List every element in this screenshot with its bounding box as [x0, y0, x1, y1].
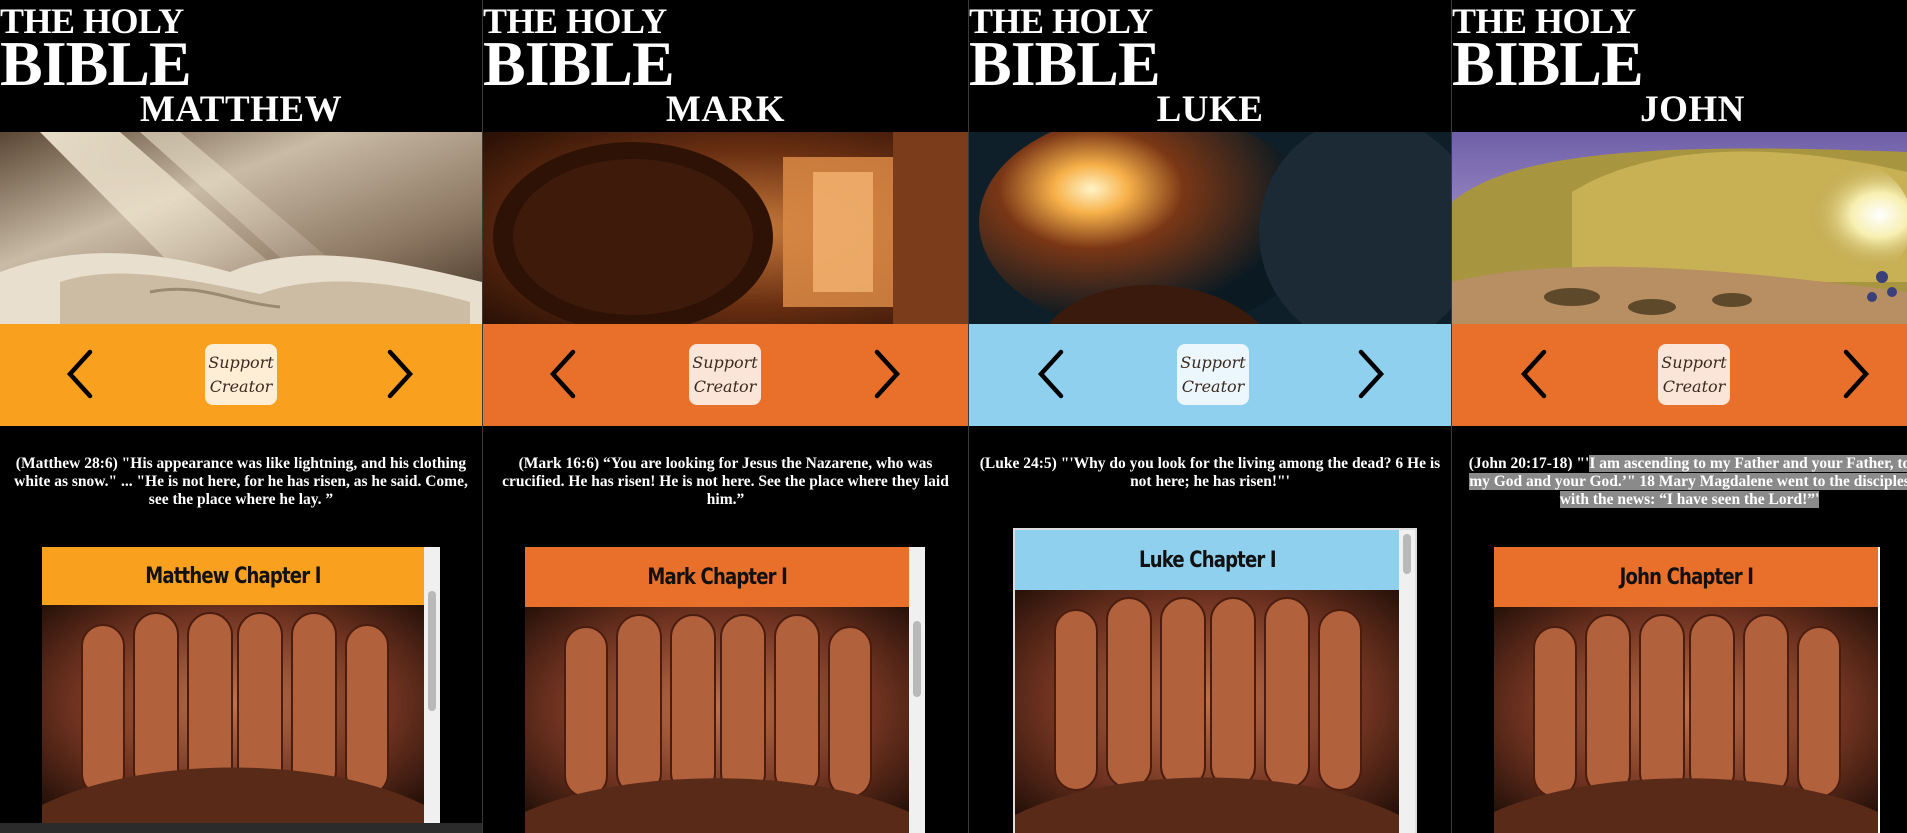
panel-matthew: THE HOLY BIBLE MATTHEW Support Creator (…	[0, 0, 482, 833]
scroll-thumb[interactable]	[913, 621, 921, 697]
support-label: Support	[1661, 352, 1727, 372]
scroll-thumb[interactable]	[428, 591, 436, 711]
chapter-label: Luke Chapter I	[1138, 547, 1277, 573]
chapter-scrollbar[interactable]	[424, 547, 440, 823]
creator-label: Creator	[693, 376, 757, 396]
verse-text: (John 20:17-18) "'I am ascending to my F…	[1462, 455, 1907, 509]
chevron-left-icon[interactable]	[58, 344, 102, 404]
logo-line-2: BIBLE	[483, 27, 675, 99]
chapter-heading[interactable]: Mark Chapter I	[525, 547, 909, 607]
holy-bible-logo[interactable]: THE HOLY BIBLE	[969, 3, 1161, 99]
chapter-scrollbar[interactable]	[909, 547, 925, 833]
nav-bar: Support Creator	[483, 324, 968, 426]
nav-bar: Support Creator	[0, 324, 482, 426]
chevron-right-icon[interactable]	[1349, 344, 1393, 404]
chevron-left-icon[interactable]	[1029, 344, 1073, 404]
book-title: LUKE	[1156, 89, 1264, 130]
panel-john: THE HOLY BIBLE JOHN Support Creator (Joh…	[1452, 0, 1907, 833]
chapter-label: Mark Chapter I	[647, 564, 788, 590]
chapter-label: Matthew Chapter I	[145, 563, 321, 589]
support-creator-button[interactable]: Support Creator	[689, 344, 761, 405]
creator-label: Creator	[1181, 376, 1245, 396]
chevron-right-icon[interactable]	[865, 344, 909, 404]
holy-bible-logo[interactable]: THE HOLY BIBLE	[483, 3, 675, 99]
nav-bar: Support Creator	[969, 324, 1451, 426]
panel-luke: THE HOLY BIBLE LUKE Support Creator (Luk…	[969, 0, 1451, 833]
open-hands-image	[525, 607, 909, 833]
verse-text: (Luke 24:5) "'Why do you look for the li…	[979, 455, 1441, 490]
holy-bible-logo[interactable]: THE HOLY BIBLE	[0, 3, 192, 99]
open-hands-image	[42, 605, 424, 823]
creator-label: Creator	[209, 376, 273, 396]
verse-text: (Mark 16:6) “You are looking for Jesus t…	[502, 455, 949, 508]
chevron-right-icon[interactable]	[378, 344, 422, 404]
hero-image-rolled-stone	[483, 132, 968, 324]
hero-image-garden-tomb	[1452, 132, 1907, 324]
chapter-heading[interactable]: Luke Chapter I	[1015, 530, 1399, 590]
nav-bar: Support Creator	[1452, 324, 1907, 426]
support-label: Support	[692, 352, 758, 372]
chapter-scrollbar[interactable]	[1399, 530, 1415, 833]
chevron-left-icon[interactable]	[1512, 344, 1556, 404]
support-creator-button[interactable]: Support Creator	[1658, 344, 1730, 405]
book-title: MARK	[665, 89, 786, 130]
creator-label: Creator	[1662, 376, 1726, 396]
support-creator-button[interactable]: Support Creator	[1177, 344, 1249, 405]
open-hands-image	[1015, 590, 1399, 833]
support-label: Support	[1180, 352, 1246, 372]
chapter-card[interactable]: Mark Chapter I	[525, 547, 925, 833]
chapter-label: John Chapter I	[1619, 564, 1753, 590]
support-label: Support	[208, 352, 274, 372]
hero-image-glowing-tomb	[969, 132, 1451, 324]
chevron-right-icon[interactable]	[1834, 344, 1878, 404]
support-creator-button[interactable]: Support Creator	[205, 344, 277, 405]
scroll-thumb[interactable]	[1403, 534, 1411, 574]
logo-line-2: BIBLE	[969, 27, 1161, 99]
bottom-strip	[0, 823, 482, 833]
book-title: JOHN	[1640, 89, 1745, 130]
chapter-card[interactable]: Matthew Chapter I	[42, 547, 440, 823]
holy-bible-logo[interactable]: THE HOLY BIBLE	[1452, 3, 1644, 99]
chevron-left-icon[interactable]	[541, 344, 585, 404]
book-title: MATTHEW	[139, 89, 343, 130]
logo-line-2: BIBLE	[0, 27, 192, 99]
panel-mark: THE HOLY BIBLE MARK Support Creator (Mar…	[483, 0, 968, 833]
open-hands-image	[1494, 607, 1878, 833]
chapter-heading[interactable]: Matthew Chapter I	[42, 547, 424, 605]
verse-text: (Matthew 28:6) "His appearance was like …	[14, 455, 468, 508]
chapter-card[interactable]: Luke Chapter I	[1013, 528, 1417, 833]
chapter-heading[interactable]: John Chapter I	[1494, 547, 1878, 607]
hero-image-empty-tomb-cloth	[0, 132, 482, 324]
verse-reference: (John 20:17-18) "'	[1468, 455, 1590, 472]
chapter-card[interactable]: John Chapter I	[1494, 547, 1880, 833]
logo-line-2: BIBLE	[1452, 27, 1644, 99]
